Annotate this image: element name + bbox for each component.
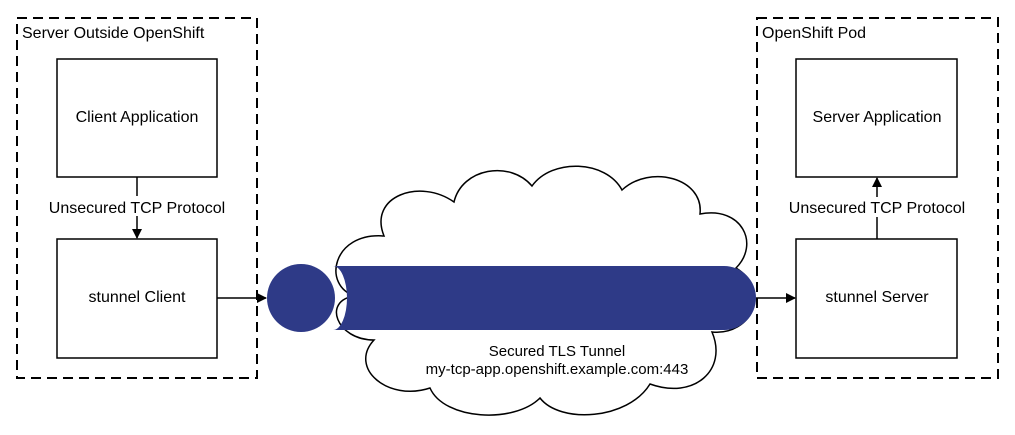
edge-client-app-to-stunnel-client: Unsecured TCP Protocol bbox=[49, 177, 225, 239]
node-stunnel-server: stunnel Server bbox=[795, 238, 958, 359]
group-title-left: Server Outside OpenShift bbox=[22, 25, 205, 42]
edge-label-left-protocol: Unsecured TCP Protocol bbox=[49, 200, 225, 217]
node-server-application-label: Server Application bbox=[813, 109, 942, 126]
edge-label-right-protocol: Unsecured TCP Protocol bbox=[789, 200, 965, 217]
node-client-application: Client Application bbox=[56, 58, 218, 178]
diagram-canvas: Server Outside OpenShift OpenShift Pod C… bbox=[16, 17, 999, 416]
edge-stunnel-server-to-server-app: Unsecured TCP Protocol bbox=[789, 177, 965, 239]
node-stunnel-client-label: stunnel Client bbox=[89, 289, 187, 306]
node-stunnel-server-label: stunnel Server bbox=[825, 289, 929, 306]
group-title-right: OpenShift Pod bbox=[762, 25, 866, 42]
tunnel-body bbox=[333, 266, 756, 330]
node-server-application: Server Application bbox=[795, 58, 958, 178]
node-stunnel-client: stunnel Client bbox=[56, 238, 218, 359]
node-client-application-label: Client Application bbox=[76, 109, 199, 126]
tunnel-entrance-end bbox=[267, 264, 335, 332]
tunnel-title: Secured TLS Tunnel bbox=[489, 343, 625, 360]
tunnel-host: my-tcp-app.openshift.example.com:443 bbox=[426, 361, 689, 378]
